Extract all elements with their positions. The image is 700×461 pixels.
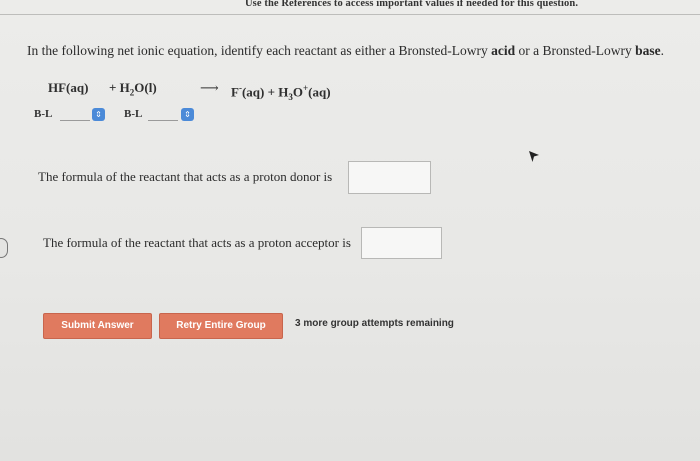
base-word: base [635, 43, 661, 58]
bl-label-1: B-L [34, 108, 53, 120]
header-divider [0, 14, 700, 15]
products: F-(aq) + H3O+(aq) [231, 83, 331, 102]
question-part-3: . [660, 43, 664, 58]
reactant-hf: HF(aq) [48, 80, 89, 95]
proton-acceptor-prompt: The formula of the reactant that acts as… [43, 235, 351, 250]
bl-label-2: B-L [124, 108, 143, 120]
acid-word: acid [491, 43, 516, 58]
bl-select-2-stepper-icon[interactable]: ⇕ [181, 108, 194, 121]
submit-answer-button[interactable]: Submit Answer [43, 313, 152, 339]
attempts-remaining: 3 more group attempts remaining [295, 318, 454, 329]
bl-select-2-blank[interactable] [148, 120, 178, 121]
product-f: F [231, 84, 239, 100]
reactant-h2o: + H2O(l) [109, 80, 157, 98]
bl-select-1-stepper-icon[interactable]: ⇕ [92, 108, 105, 121]
product-f-rest: (aq) + H [241, 84, 289, 100]
left-edge-handle [0, 238, 8, 258]
h2o-rest: O(l) [134, 80, 157, 95]
h3o-rest: (aq) [308, 84, 331, 100]
proton-donor-input[interactable] [348, 161, 431, 194]
proton-acceptor-input[interactable] [361, 227, 442, 259]
question-text: In the following net ionic equation, ide… [27, 43, 664, 59]
h3o-o: O [292, 84, 303, 100]
bl-select-1-blank[interactable] [60, 120, 90, 121]
references-note: Use the References to access important v… [245, 0, 579, 9]
question-page: Use the References to access important v… [0, 0, 700, 461]
reaction-arrow-icon: ⟶ [200, 80, 219, 95]
mouse-cursor-icon [529, 151, 539, 162]
proton-donor-prompt: The formula of the reactant that acts as… [38, 169, 333, 184]
question-part-1: In the following net ionic equation, ide… [27, 43, 492, 58]
retry-group-button[interactable]: Retry Entire Group [159, 313, 283, 339]
question-part-2: or a Bronsted-Lowry [515, 43, 636, 58]
h2o-plus: + H [109, 80, 130, 95]
